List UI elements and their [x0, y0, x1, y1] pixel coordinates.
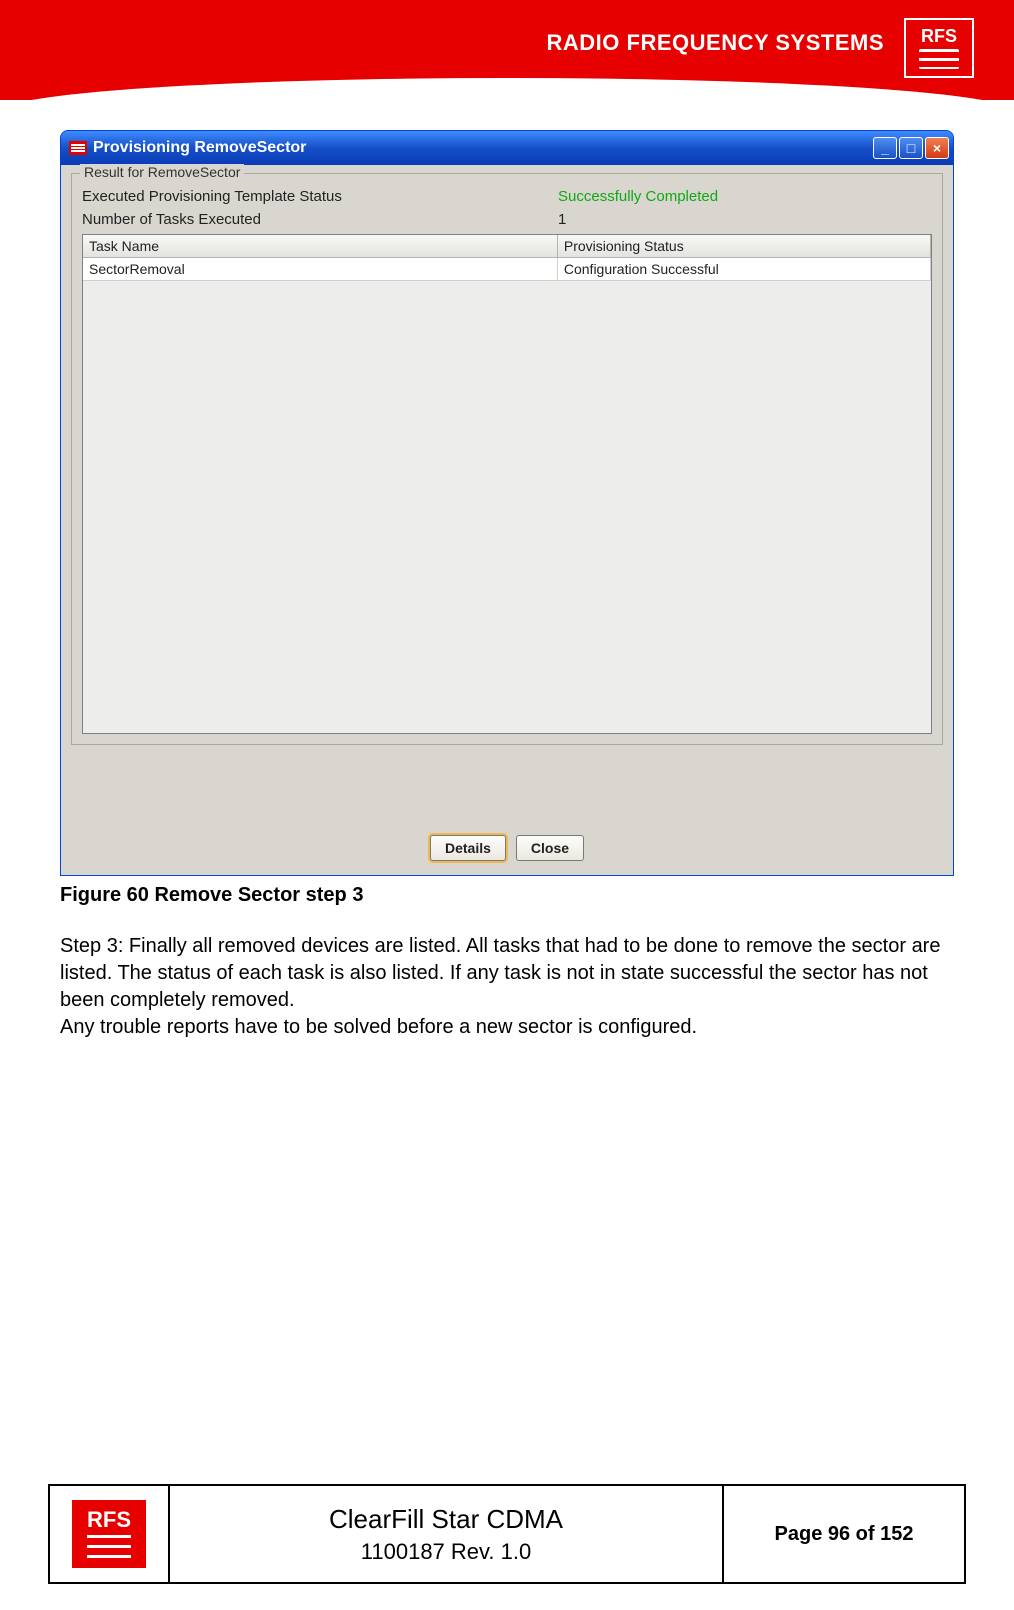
- result-fieldset: Result for RemoveSector Executed Provisi…: [71, 173, 943, 745]
- step-text-p2: Any trouble reports have to be solved be…: [60, 1016, 697, 1038]
- maximize-button[interactable]: □: [899, 137, 923, 159]
- info-value: 1: [558, 211, 932, 228]
- col-task-name[interactable]: Task Name: [83, 235, 558, 258]
- footer-page-cell: Page 96 of 152: [724, 1486, 964, 1582]
- provisioning-window: Provisioning RemoveSector _ □ × Result f…: [60, 130, 954, 876]
- window-body: Result for RemoveSector Executed Provisi…: [61, 165, 953, 875]
- brand-text: RADIO FREQUENCY SYSTEMS: [547, 30, 884, 56]
- step-text-p1: Step 3: Finally all removed devices are …: [60, 935, 940, 1011]
- footer-rev: 1100187 Rev. 1.0: [361, 1539, 531, 1565]
- wave-icon: [87, 1535, 131, 1559]
- step-text: Step 3: Finally all removed devices are …: [60, 933, 954, 1041]
- header-curve: [0, 78, 1014, 118]
- close-window-button[interactable]: ×: [925, 137, 949, 159]
- close-button[interactable]: Close: [516, 835, 584, 861]
- footer-logo-cell: RFS: [50, 1486, 170, 1582]
- page-header: RADIO FREQUENCY SYSTEMS RFS: [0, 0, 1014, 100]
- info-row: Executed Provisioning Template Status Su…: [82, 188, 932, 205]
- info-label: Number of Tasks Executed: [82, 211, 558, 228]
- footer-title-cell: ClearFill Star CDMA 1100187 Rev. 1.0: [170, 1486, 724, 1582]
- minimize-button[interactable]: _: [873, 137, 897, 159]
- info-value: Successfully Completed: [558, 188, 932, 205]
- app-icon: [69, 141, 87, 155]
- cell-provisioning-status: Configuration Successful: [558, 258, 931, 281]
- fieldset-legend: Result for RemoveSector: [80, 164, 244, 180]
- wave-icon: [919, 49, 959, 69]
- info-row: Number of Tasks Executed 1: [82, 211, 932, 228]
- page-footer-table: RFS ClearFill Star CDMA 1100187 Rev. 1.0…: [48, 1484, 966, 1584]
- task-table: Task Name Provisioning Status SectorRemo…: [82, 234, 932, 734]
- dialog-button-row: Details Close: [71, 835, 943, 861]
- footer-page-number: Page 96 of 152: [775, 1523, 914, 1546]
- cell-task-name: SectorRemoval: [83, 258, 558, 281]
- brand-logo-text: RFS: [921, 27, 957, 45]
- window-title: Provisioning RemoveSector: [93, 139, 306, 157]
- footer-logo: RFS: [72, 1500, 146, 1568]
- footer-logo-text: RFS: [87, 1509, 131, 1531]
- table-row[interactable]: SectorRemoval Configuration Successful: [83, 258, 931, 281]
- figure-caption: Figure 60 Remove Sector step 3: [60, 884, 954, 907]
- brand-logo: RFS: [904, 18, 974, 78]
- footer-title: ClearFill Star CDMA: [329, 1504, 563, 1535]
- col-provisioning-status[interactable]: Provisioning Status: [558, 235, 931, 258]
- details-button[interactable]: Details: [430, 835, 506, 861]
- table-header-row: Task Name Provisioning Status: [83, 235, 931, 258]
- info-label: Executed Provisioning Template Status: [82, 188, 558, 205]
- window-titlebar[interactable]: Provisioning RemoveSector _ □ ×: [61, 131, 953, 165]
